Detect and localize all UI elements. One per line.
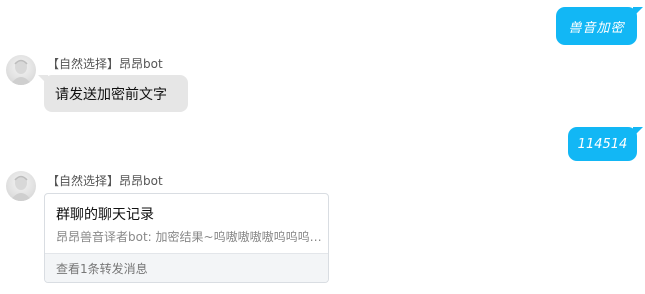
card-title: 群聊的聊天记录 [56, 207, 154, 223]
sender-name: 【自然选择】昂昂bot [47, 57, 163, 71]
incoming-message-bubble[interactable]: 请发送加密前文字 [38, 75, 188, 112]
message-text: 114514 [577, 136, 628, 152]
sender-name: 【自然选择】昂昂bot [47, 174, 163, 188]
bubble-tail [633, 127, 643, 137]
message-text: 兽音加密 [568, 20, 625, 36]
avatar-figure-icon [10, 175, 32, 201]
message-text: 请发送加密前文字 [55, 86, 167, 103]
view-forwarded-messages-link[interactable]: 查看1条转发消息 [45, 253, 328, 282]
bubble-tail [633, 7, 643, 17]
bot-avatar[interactable] [6, 171, 36, 201]
forwarded-chat-card[interactable]: 群聊的聊天记录 昂昂兽音译者bot: 加密结果~呜嗷嗷嗷嗷呜呜呜… 查看1条转发… [44, 193, 329, 283]
bubble-tail [38, 75, 48, 85]
avatar-figure-icon [10, 59, 32, 85]
bot-avatar[interactable] [6, 55, 36, 85]
outgoing-message-bubble[interactable]: 兽音加密 [556, 7, 643, 45]
card-footer-label: 查看1条转发消息 [56, 261, 148, 276]
outgoing-message-bubble[interactable]: 114514 [568, 127, 643, 161]
card-preview: 昂昂兽音译者bot: 加密结果~呜嗷嗷嗷嗷呜呜呜… [56, 230, 322, 244]
